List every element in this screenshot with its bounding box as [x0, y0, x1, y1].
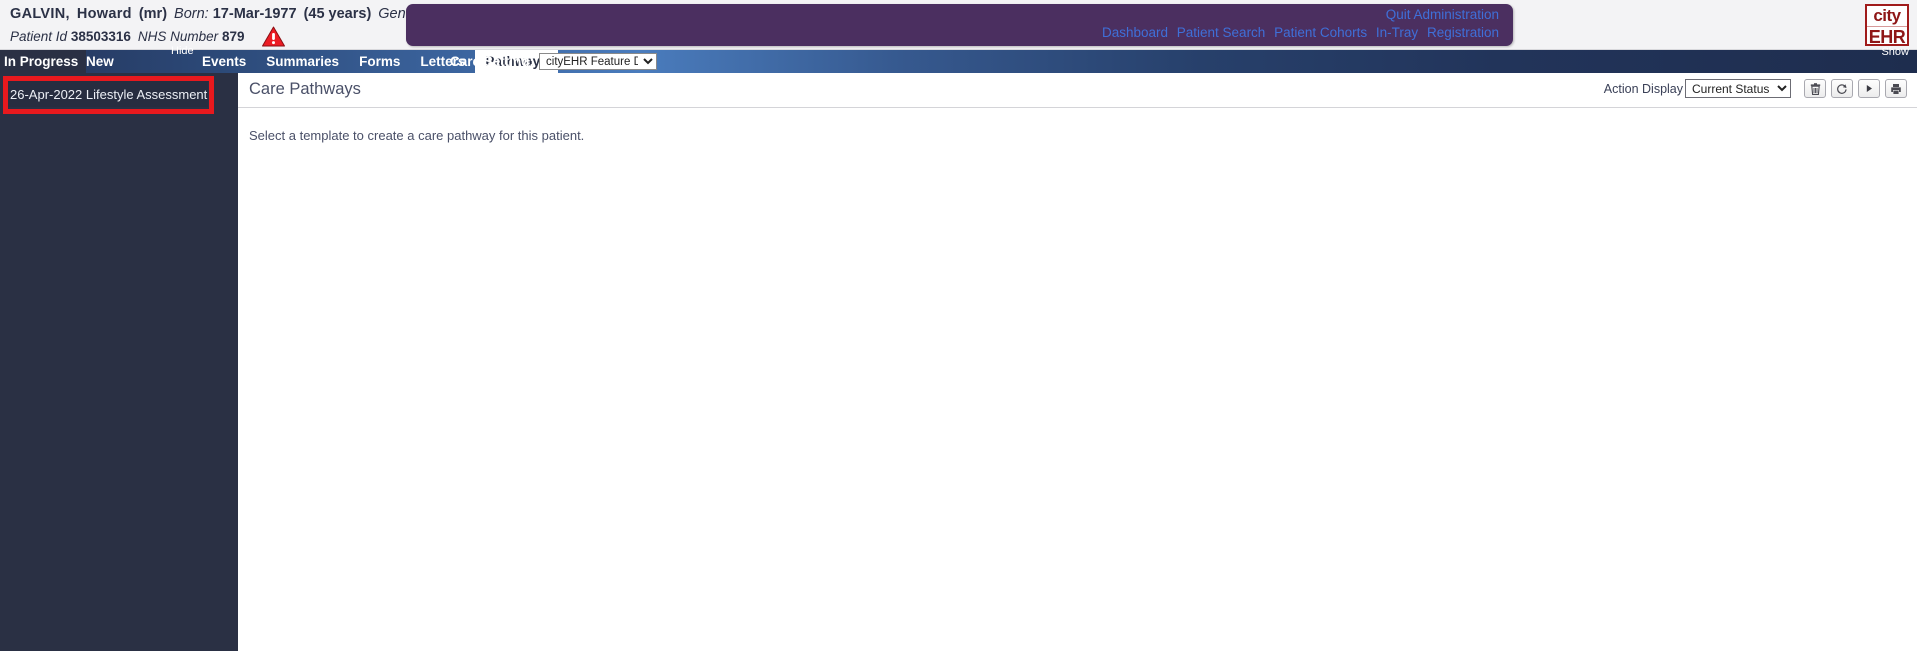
tab-forms[interactable]: Forms	[349, 50, 410, 73]
annotation-highlight-box	[3, 76, 214, 114]
action-display-select[interactable]: Current Status	[1685, 79, 1791, 98]
in-tray-link[interactable]: In-Tray	[1376, 25, 1418, 40]
tab-events[interactable]: Events	[192, 50, 256, 73]
cityehr-logo: city EHR	[1865, 4, 1909, 47]
page-content: 26-Apr-2022 Lifestyle Assessment Care Pa…	[0, 73, 1917, 651]
play-icon	[1864, 83, 1874, 94]
logo-city-text: city	[1867, 6, 1907, 27]
patient-forename: Howard	[76, 6, 132, 22]
patient-identity-line: GALVIN, Howard (mr) Born: 17-Mar-1977 (45 ye…	[10, 4, 468, 24]
care-setting-control: Care Setting: cityEHR Feature Demo	[446, 50, 658, 73]
banner-nav-links: Dashboard Patient Search Patient Cohorts…	[1102, 25, 1499, 40]
in-progress-sidebar: 26-Apr-2022 Lifestyle Assessment	[0, 73, 238, 651]
banner-quit-link-area: Quit Administration	[1386, 7, 1499, 22]
patient-header-bar: GALVIN, Howard (mr) Born: 17-Mar-1977 (45 ye…	[0, 0, 1917, 50]
nav-item-new[interactable]: New	[78, 50, 122, 73]
born-value: 17-Mar-1977	[212, 6, 297, 22]
nhs-number-label: NHS Number	[137, 29, 219, 44]
tab-summaries[interactable]: Summaries	[256, 50, 349, 73]
registration-link[interactable]: Registration	[1427, 25, 1499, 40]
printer-icon	[1890, 83, 1902, 95]
patient-age: (45 years)	[303, 6, 372, 22]
patient-surname: GALVIN,	[10, 6, 70, 22]
quit-administration-link[interactable]: Quit Administration	[1386, 7, 1499, 22]
action-display-label: Action Display	[1603, 81, 1683, 96]
forward-button[interactable]	[1858, 79, 1880, 98]
empty-state-message: Select a template to create a care pathw…	[249, 128, 585, 143]
action-toolbar: Action Display Current Status	[1604, 79, 1907, 98]
patient-id-label: Patient Id	[10, 29, 68, 44]
patient-id-value: 38503316	[70, 29, 131, 44]
refresh-button[interactable]	[1831, 79, 1853, 98]
sidebar-hide-toggle[interactable]: Hide	[171, 44, 194, 58]
nhs-number-value: 879	[221, 29, 245, 44]
admin-banner: Quit Administration Dashboard Patient Se…	[406, 4, 1513, 46]
patient-demographics: GALVIN, Howard (mr) Born: 17-Mar-1977 (45 ye…	[10, 4, 468, 47]
page-title: Care Pathways	[249, 80, 361, 98]
patient-identifiers-line: Patient Id 38503316 NHS Number 879	[10, 26, 468, 47]
dashboard-link[interactable]: Dashboard	[1102, 25, 1168, 40]
trash-icon	[1810, 82, 1821, 95]
content-header: Care Pathways Action Display Current Sta…	[238, 73, 1917, 108]
nav-item-in-progress[interactable]: In Progress	[0, 50, 87, 73]
refresh-icon	[1836, 83, 1848, 95]
born-label: Born:	[174, 6, 209, 22]
main-navigation-bar: In Progress New Hide Events Summaries Fo…	[0, 45, 1917, 73]
print-button[interactable]	[1885, 79, 1907, 98]
patient-title: (mr)	[138, 6, 168, 22]
warning-triangle-icon[interactable]	[262, 26, 286, 47]
care-setting-label: Care Setting:	[450, 54, 535, 69]
patient-cohorts-link[interactable]: Patient Cohorts	[1274, 25, 1367, 40]
patient-search-link[interactable]: Patient Search	[1177, 25, 1266, 40]
care-setting-select[interactable]: cityEHR Feature Demo	[539, 53, 658, 70]
sidebar-show-toggle[interactable]: Show	[1881, 45, 1909, 59]
content-body: Select a template to create a care pathw…	[238, 108, 1917, 143]
main-content-panel: Care Pathways Action Display Current Sta…	[238, 73, 1917, 651]
delete-button[interactable]	[1804, 79, 1826, 98]
